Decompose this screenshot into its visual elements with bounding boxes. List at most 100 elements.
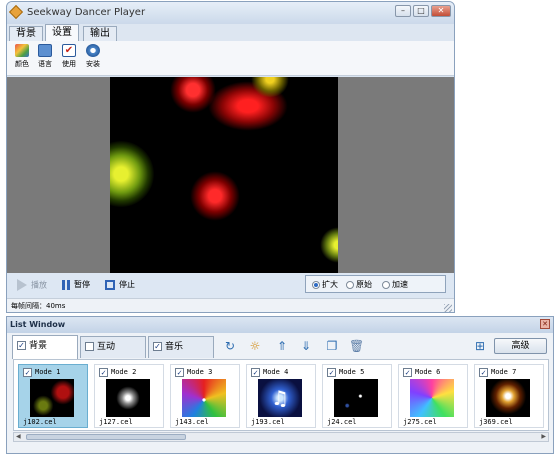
item-checkbox[interactable]: ✓ <box>479 367 488 377</box>
playback-controls: 播放 暂停 停止 扩大 原始 加速 <box>7 273 454 298</box>
language-tool-button[interactable]: 语言 <box>34 44 56 69</box>
install-tool-button[interactable]: 安装 <box>82 44 104 69</box>
status-bar: 每帧间隔：40ms <box>7 298 454 312</box>
tab-label: 背景 <box>29 341 48 351</box>
tab-label: 音乐 <box>165 342 184 352</box>
minimize-button[interactable]: – <box>395 5 411 17</box>
brightness-icon[interactable]: ☼ <box>248 339 262 353</box>
file-name: j102.cel <box>23 418 57 426</box>
checklist-icon: ✔ <box>62 44 76 57</box>
copy-icon[interactable]: ❐ <box>325 339 339 353</box>
file-name: j275.cel <box>403 418 437 426</box>
resize-grip[interactable] <box>444 304 452 312</box>
list-window-title: List Window <box>10 320 66 329</box>
tab-checkbox[interactable]: ✓ <box>153 342 162 351</box>
file-name: j193.cel <box>251 418 285 426</box>
pause-icon <box>62 279 70 290</box>
visual-output <box>110 77 338 273</box>
file-name: j143.cel <box>175 418 209 426</box>
radio-enlarge-label: 扩大 <box>322 280 338 289</box>
mode-thumbnail <box>410 379 454 417</box>
item-checkbox[interactable]: ✓ <box>403 367 412 377</box>
mode-label: Mode 1 <box>35 368 61 376</box>
scrollbar-thumb[interactable] <box>26 434 186 440</box>
play-icon <box>17 279 27 291</box>
horizontal-scrollbar[interactable]: ◀ ▶ <box>13 432 549 442</box>
radio-accelerate-label: 加速 <box>392 280 408 289</box>
list-item[interactable]: ✓ Mode 1 j102.cel <box>18 364 88 428</box>
list-item[interactable]: ✓ Mode 4 ♫ j193.cel <box>246 364 316 428</box>
radio-dot-selected <box>312 280 320 289</box>
mode-list: ✓ Mode 1 j102.cel ✓ Mode 2 j127.cel ✓ Mode … <box>13 359 549 431</box>
list-close-button[interactable]: ✕ <box>540 319 550 329</box>
player-window: Seekway Dancer Player – □ ✕ 背景 设置 输出 颜色 … <box>6 1 455 313</box>
mode-thumbnail <box>182 379 226 417</box>
mode-label: Mode 3 <box>187 368 213 376</box>
item-checkbox[interactable]: ✓ <box>251 367 260 377</box>
mode-label: Mode 4 <box>263 368 289 376</box>
tab-output[interactable]: 输出 <box>83 26 117 41</box>
stop-button[interactable]: 停止 <box>105 279 135 291</box>
radio-accelerate[interactable]: 加速 <box>382 279 408 290</box>
item-checkbox[interactable]: ✓ <box>23 367 32 377</box>
pause-button[interactable]: 暂停 <box>62 279 90 291</box>
scroll-left-icon[interactable]: ◀ <box>16 433 21 441</box>
tab-checkbox[interactable]: ✓ <box>17 341 26 350</box>
move-down-icon[interactable]: ⇓ <box>299 339 313 353</box>
mode-thumbnail: ♫ <box>258 379 302 417</box>
radio-enlarge[interactable]: 扩大 <box>312 279 338 290</box>
advanced-button[interactable]: 高级 <box>494 338 547 354</box>
tab-background[interactable]: 背景 <box>9 26 43 41</box>
tree-icon[interactable]: ⊞ <box>473 339 487 353</box>
title-bar[interactable]: Seekway Dancer Player – □ ✕ <box>7 2 454 24</box>
scroll-right-icon[interactable]: ▶ <box>541 433 546 441</box>
list-item[interactable]: ✓ Mode 3 j143.cel <box>170 364 240 428</box>
mode-label: Mode 5 <box>339 368 365 376</box>
tab-checkbox[interactable] <box>85 342 94 351</box>
tab-label: 互动 <box>97 342 116 352</box>
item-checkbox[interactable]: ✓ <box>99 367 108 377</box>
file-name: j24.cel <box>327 418 357 426</box>
color-tool-button[interactable]: 颜色 <box>11 44 33 69</box>
delete-icon[interactable]: 🗑 <box>349 339 364 353</box>
maximize-button[interactable]: □ <box>413 5 429 17</box>
list-window: List Window ✕ ✓ 背景 互动 ✓ 音乐 ↻ ☼ ⇑ ⇓ ❐ 🗑 ⊞ 高… <box>6 316 554 454</box>
video-viewport <box>7 77 454 273</box>
frame-interval-text: 每帧间隔：40ms <box>11 302 66 310</box>
radio-original[interactable]: 原始 <box>346 279 372 290</box>
list-item[interactable]: ✓ Mode 7 j369.cel <box>474 364 544 428</box>
usage-tool-label: 使用 <box>62 60 76 68</box>
palette-icon <box>15 44 29 57</box>
mode-label: Mode 6 <box>415 368 441 376</box>
refresh-icon[interactable]: ↻ <box>223 339 237 353</box>
radio-dot <box>346 280 354 289</box>
tab-settings[interactable]: 设置 <box>45 24 79 41</box>
list-item[interactable]: ✓ Mode 5 j24.cel <box>322 364 392 428</box>
file-name: j369.cel <box>479 418 513 426</box>
window-title: Seekway Dancer Player <box>27 7 146 18</box>
gear-icon <box>86 44 100 57</box>
language-tool-label: 语言 <box>38 60 52 68</box>
mode-thumbnail <box>334 379 378 417</box>
list-item[interactable]: ✓ Mode 6 j275.cel <box>398 364 468 428</box>
pause-label: 暂停 <box>74 280 90 289</box>
tab-music[interactable]: ✓ 音乐 <box>148 336 214 358</box>
tab-background-list[interactable]: ✓ 背景 <box>12 335 78 359</box>
color-tool-label: 颜色 <box>15 60 29 68</box>
item-checkbox[interactable]: ✓ <box>327 367 336 377</box>
language-icon <box>38 44 52 57</box>
list-item[interactable]: ✓ Mode 2 j127.cel <box>94 364 164 428</box>
tab-interaction[interactable]: 互动 <box>80 336 146 358</box>
list-title-bar[interactable]: List Window ✕ <box>7 317 553 333</box>
app-logo-icon <box>8 4 24 20</box>
radio-original-label: 原始 <box>356 280 372 289</box>
mode-thumbnail <box>486 379 530 417</box>
mode-label: Mode 7 <box>491 368 517 376</box>
file-name: j127.cel <box>99 418 133 426</box>
move-up-icon[interactable]: ⇑ <box>275 339 289 353</box>
item-checkbox[interactable]: ✓ <box>175 367 184 377</box>
close-button[interactable]: ✕ <box>431 5 451 17</box>
mode-thumbnail <box>30 379 74 417</box>
usage-tool-button[interactable]: ✔ 使用 <box>58 44 80 69</box>
play-button[interactable]: 播放 <box>17 279 47 292</box>
